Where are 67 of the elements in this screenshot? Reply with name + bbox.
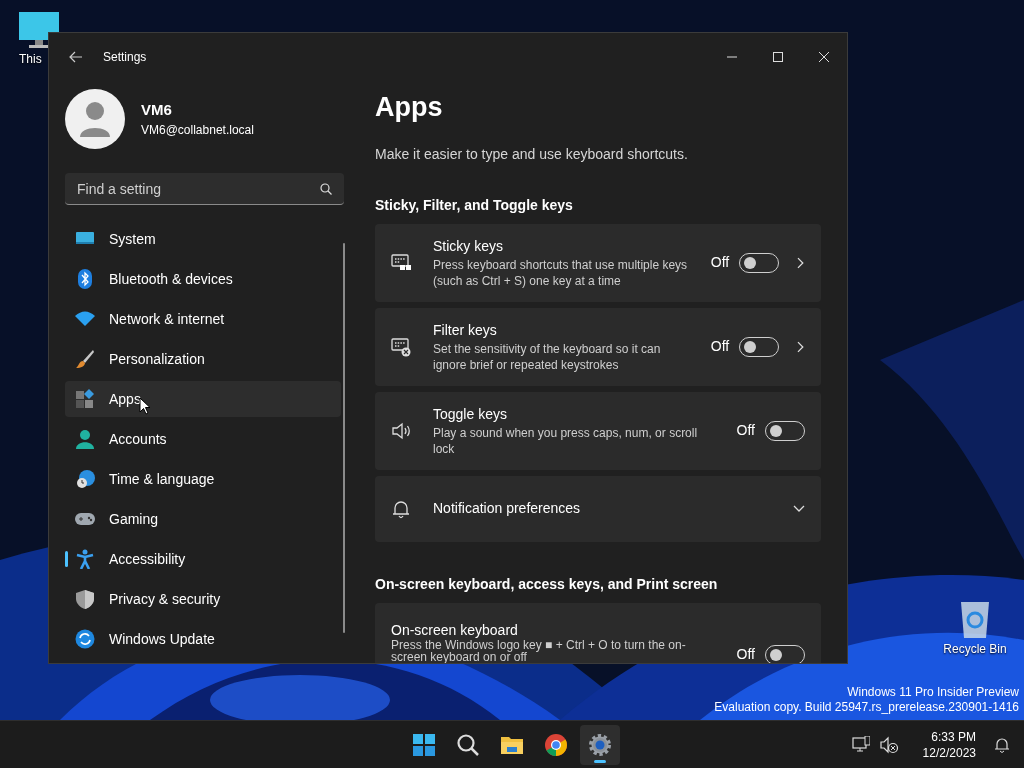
search-icon (320, 183, 332, 195)
page-description: Make it easier to type and use keyboard shortcuts. (375, 144, 689, 164)
sidebar-item[interactable]: System (65, 221, 341, 257)
close-icon (819, 52, 829, 62)
setting-title: Notification preferences (433, 499, 582, 518)
keyboard-icon (391, 336, 413, 357)
back-icon (69, 51, 83, 63)
page-title: Apps (375, 91, 444, 124)
setting-card[interactable]: Notification preferences (375, 475, 821, 542)
apps-icon (75, 389, 95, 409)
sidebar-item[interactable]: Network & internet (65, 301, 341, 337)
sidebar-item[interactable]: Apps (65, 381, 341, 417)
accessibility-icon (75, 549, 95, 569)
section-heading: Sticky, Filter, and Toggle keys (375, 195, 574, 215)
toggle-state-label: Off (710, 253, 730, 272)
chevron-right-icon[interactable] (797, 340, 805, 353)
shield-icon (75, 589, 95, 609)
setting-description: Set the sensitivity of the keyboard so it can ignore brief or repeated keystrokes (433, 341, 662, 373)
desktop-icon-label[interactable]: This (1, 50, 42, 68)
sidebar-item[interactable]: Privacy & security (65, 581, 341, 617)
search-icon (456, 732, 480, 757)
chrome-icon (544, 732, 568, 757)
maximize-icon (773, 52, 783, 62)
network-icon (851, 735, 870, 754)
gear-icon (588, 732, 612, 757)
setting-title: Toggle keys (433, 405, 508, 424)
search-field[interactable]: Find a setting (65, 173, 344, 205)
sidebar-item[interactable]: Time & language (65, 461, 341, 497)
toggle-state-label: Off (736, 645, 755, 663)
update-icon (75, 629, 95, 649)
chevron-right-icon[interactable] (797, 256, 805, 269)
setting-title: Filter keys (433, 321, 498, 340)
setting-description: Press keyboard shortcuts that use multiple keys (such as Ctrl + S) one key at a time (433, 257, 689, 289)
setting-description: Press the Windows logo key ■ + Ctrl + O to turn the on-screen keyboard on or off (391, 638, 687, 663)
user-email: VM6@collabnet.local (141, 122, 254, 140)
sidebar-item[interactable]: Personalization (65, 341, 341, 377)
toggle-state-label: Off (736, 421, 755, 440)
sidebar-item[interactable]: Accounts (65, 421, 341, 457)
muted-speaker-icon (879, 735, 898, 754)
evaluation-notice: Evaluation copy. Build 25947.rs_prerelease.230901-1416 (714, 700, 1019, 715)
bell-icon (994, 735, 1010, 754)
window-title: Settings (103, 49, 147, 66)
setting-title: On-screen keyboard (391, 620, 519, 639)
computer-icon[interactable] (17, 10, 61, 50)
setting-description: Play a sound when you press caps, num, or scroll lock (433, 425, 699, 457)
sidebar-item[interactable]: Gaming (65, 501, 341, 537)
desktop-icon-label[interactable]: Recycle Bin (943, 640, 1007, 658)
taskbar-clock[interactable]: 6:33 PM 12/2/2023 (922, 728, 976, 761)
globe-clock-icon (75, 469, 95, 489)
bluetooth-icon (75, 269, 95, 289)
user-name: VM6 (141, 99, 173, 120)
sidebar-item[interactable]: Bluetooth & devices (65, 261, 341, 297)
start-icon (412, 732, 436, 757)
sidebar-item[interactable]: Accessibility (65, 541, 341, 577)
evaluation-notice: Windows 11 Pro Insider Preview (846, 685, 1019, 700)
scrollbar[interactable] (343, 243, 345, 633)
toggle-state-label: Off (710, 337, 730, 356)
person-icon (75, 429, 95, 449)
taskbar-button[interactable] (580, 724, 620, 765)
section-heading: On-screen keyboard, access keys, and Print screen (375, 574, 719, 594)
keyboard-icon (391, 252, 413, 273)
wifi-icon (75, 309, 95, 329)
setting-title: Sticky keys (433, 237, 504, 256)
user-avatar (65, 89, 125, 149)
sidebar-item[interactable]: Windows Update (65, 621, 341, 657)
speaker-icon (391, 420, 413, 441)
brush-icon (75, 349, 95, 369)
